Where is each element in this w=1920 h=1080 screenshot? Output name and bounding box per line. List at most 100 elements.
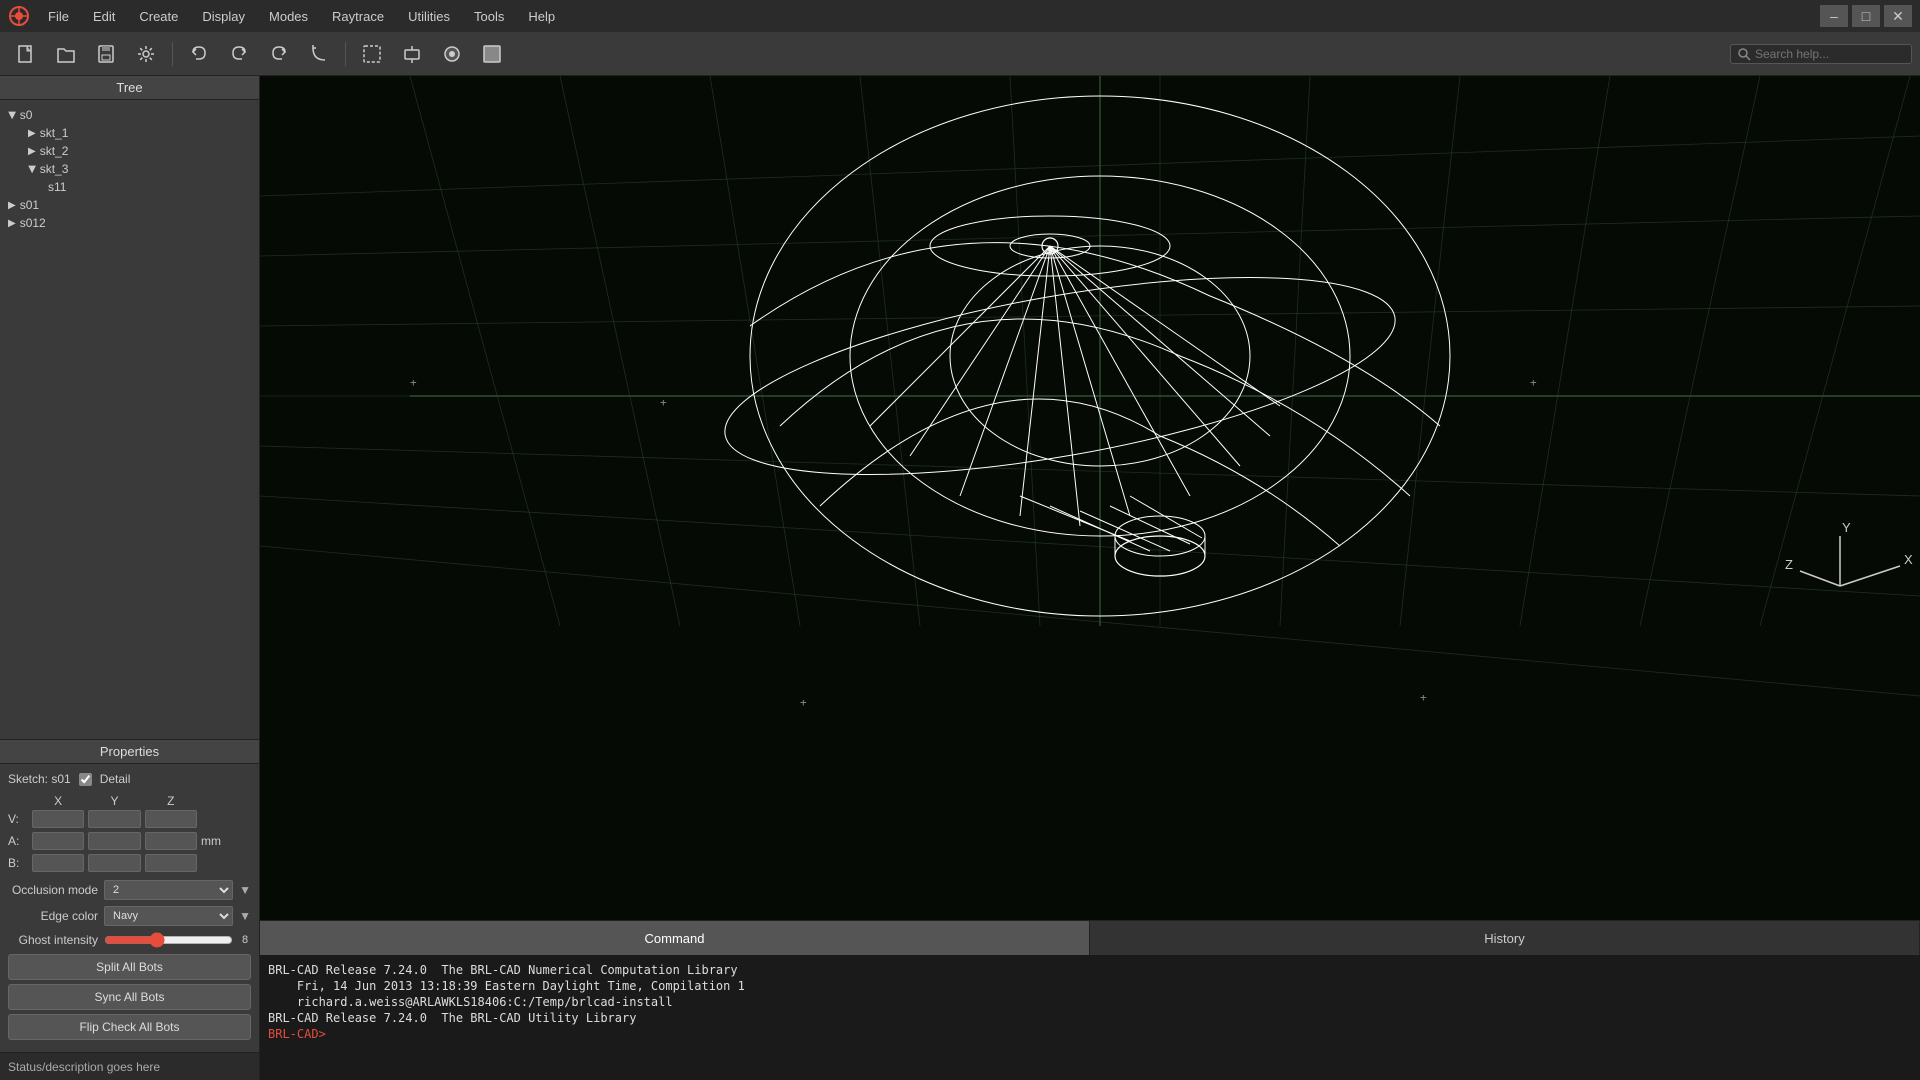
search-input[interactable]: [1755, 47, 1905, 61]
redo-button[interactable]: [221, 38, 257, 70]
titlebar: File Edit Create Display Modes Raytrace …: [0, 0, 1920, 32]
arrow-skt1: ▶: [28, 128, 36, 139]
svg-text:+: +: [800, 696, 807, 709]
console-line-3: richard.a.weiss@ARLAWKLS18406:C:/Temp/br…: [268, 995, 1912, 1009]
a-label: A:: [8, 834, 28, 848]
status-bar: Status/description goes here: [0, 1052, 259, 1080]
tree-label-skt3: skt_3: [40, 162, 69, 176]
occlusion-label: Occlusion mode: [8, 883, 98, 897]
menu-display[interactable]: Display: [196, 7, 251, 26]
refresh-button[interactable]: [301, 38, 337, 70]
view-button[interactable]: [474, 38, 510, 70]
properties-content: Sketch: s01 Detail X Y Z V: 0.0 0.0: [0, 764, 259, 1052]
main-area: Tree ▶ s0 ▶ skt_1 ▶ skt_2: [0, 76, 1920, 1080]
sketch-row: Sketch: s01 Detail: [8, 772, 251, 786]
properties-header: Properties: [0, 740, 259, 764]
ghost-intensity-row: Ghost intensity 8: [8, 932, 251, 948]
menu-raytrace[interactable]: Raytrace: [326, 7, 390, 26]
axis-indicator: X Y Z: [1785, 520, 1913, 586]
search-icon: [1737, 47, 1751, 61]
sync-all-bots-button[interactable]: Sync All Bots: [8, 984, 251, 1010]
tree-item-s012[interactable]: ▶ s012: [8, 214, 251, 232]
b-label: B:: [8, 856, 28, 870]
edge-color-label: Edge color: [8, 909, 98, 923]
arrow-skt3: ▶: [26, 165, 37, 173]
svg-text:Y: Y: [1842, 520, 1851, 535]
separator-1: [172, 42, 173, 66]
settings-button[interactable]: [128, 38, 164, 70]
separator-2: [345, 42, 346, 66]
sketch-label: Sketch: s01: [8, 772, 71, 786]
viewport[interactable]: .grid-line { stroke: #2a4a2a; stroke-wid…: [260, 76, 1920, 920]
save-button[interactable]: [88, 38, 124, 70]
console-line-2: Fri, 14 Jun 2013 13:18:39 Eastern Daylig…: [268, 979, 1912, 993]
tree-label-s012: s012: [20, 216, 46, 230]
tab-command[interactable]: Command: [260, 921, 1090, 955]
tree-content: ▶ s0 ▶ skt_1 ▶ skt_2 ▶ skt_3: [0, 100, 259, 238]
new-button[interactable]: [8, 38, 44, 70]
redo2-button[interactable]: [261, 38, 297, 70]
detail-label: Detail: [100, 772, 131, 786]
v-label: V:: [8, 812, 28, 826]
close-button[interactable]: ✕: [1884, 5, 1912, 27]
occlusion-select[interactable]: 2 1 3: [104, 880, 233, 900]
console-line-1: BRL-CAD Release 7.24.0 The BRL-CAD Numer…: [268, 963, 1912, 977]
x-header: X: [32, 794, 84, 808]
console-prompt: BRL-CAD>: [268, 1027, 1912, 1041]
maximize-button[interactable]: □: [1852, 5, 1880, 27]
ghost-slider[interactable]: [104, 932, 233, 948]
z-header: Z: [145, 794, 197, 808]
select-button[interactable]: [354, 38, 390, 70]
a-unit: mm: [201, 834, 251, 848]
toolbar: [0, 32, 1920, 76]
b-x-input[interactable]: 0.0: [32, 854, 84, 872]
detail-checkbox[interactable]: [79, 773, 92, 786]
tree-item-s0[interactable]: ▶ s0: [8, 106, 251, 124]
minimize-button[interactable]: –: [1820, 5, 1848, 27]
v-x-input[interactable]: 0.0: [32, 810, 84, 828]
v-y-input[interactable]: 0.0: [88, 810, 140, 828]
menu-modes[interactable]: Modes: [263, 7, 314, 26]
a-row: A: 1.0 0.0 0.0 mm: [8, 832, 251, 850]
center-area: .grid-line { stroke: #2a4a2a; stroke-wid…: [260, 76, 1920, 1080]
left-panel: Tree ▶ s0 ▶ skt_1 ▶ skt_2: [0, 76, 260, 1080]
console-line-4: BRL-CAD Release 7.24.0 The BRL-CAD Utili…: [268, 1011, 1912, 1025]
menu-help[interactable]: Help: [522, 7, 561, 26]
tree-label-skt2: skt_2: [40, 144, 69, 158]
y-header: Y: [88, 794, 140, 808]
app-logo-icon: [8, 5, 30, 27]
tree-item-skt1[interactable]: ▶ skt_1: [8, 124, 251, 142]
a-x-input[interactable]: 1.0: [32, 832, 84, 850]
occlusion-row: Occlusion mode 2 1 3 ▼: [8, 880, 251, 900]
flip-check-all-bots-button[interactable]: Flip Check All Bots: [8, 1014, 251, 1040]
menu-tools[interactable]: Tools: [468, 7, 510, 26]
edge-color-select[interactable]: Navy White Red Green Blue: [104, 906, 233, 926]
titlebar-left: File Edit Create Display Modes Raytrace …: [8, 5, 561, 27]
tree-header: Tree: [0, 76, 259, 100]
tree-item-skt3[interactable]: ▶ skt_3: [8, 160, 251, 178]
menu-create[interactable]: Create: [133, 7, 184, 26]
a-y-input[interactable]: 0.0: [88, 832, 140, 850]
tab-history[interactable]: History: [1090, 921, 1920, 955]
menu-utilities[interactable]: Utilities: [402, 7, 456, 26]
open-button[interactable]: [48, 38, 84, 70]
menu-edit[interactable]: Edit: [87, 7, 121, 26]
tree-item-s11[interactable]: s11: [8, 178, 251, 196]
bottom-tabs: Command History: [260, 921, 1920, 955]
tree-item-s01[interactable]: ▶ s01: [8, 196, 251, 214]
split-all-bots-button[interactable]: Split All Bots: [8, 954, 251, 980]
tree-item-skt2[interactable]: ▶ skt_2: [8, 142, 251, 160]
b-z-input[interactable]: 0.0: [145, 854, 197, 872]
render-button[interactable]: [434, 38, 470, 70]
titlebar-right: – □ ✕: [1820, 5, 1912, 27]
svg-text:+: +: [1420, 691, 1427, 704]
occlusion-arrow-icon: ▼: [239, 883, 251, 897]
v-z-input[interactable]: 0.0: [145, 810, 197, 828]
transform-button[interactable]: [394, 38, 430, 70]
tree-label-s11: s11: [48, 180, 66, 194]
menu-file[interactable]: File: [42, 7, 75, 26]
a-z-input[interactable]: 0.0: [145, 832, 197, 850]
svg-text:X: X: [1904, 552, 1913, 567]
b-y-input[interactable]: 1.0: [88, 854, 140, 872]
undo-button[interactable]: [181, 38, 217, 70]
